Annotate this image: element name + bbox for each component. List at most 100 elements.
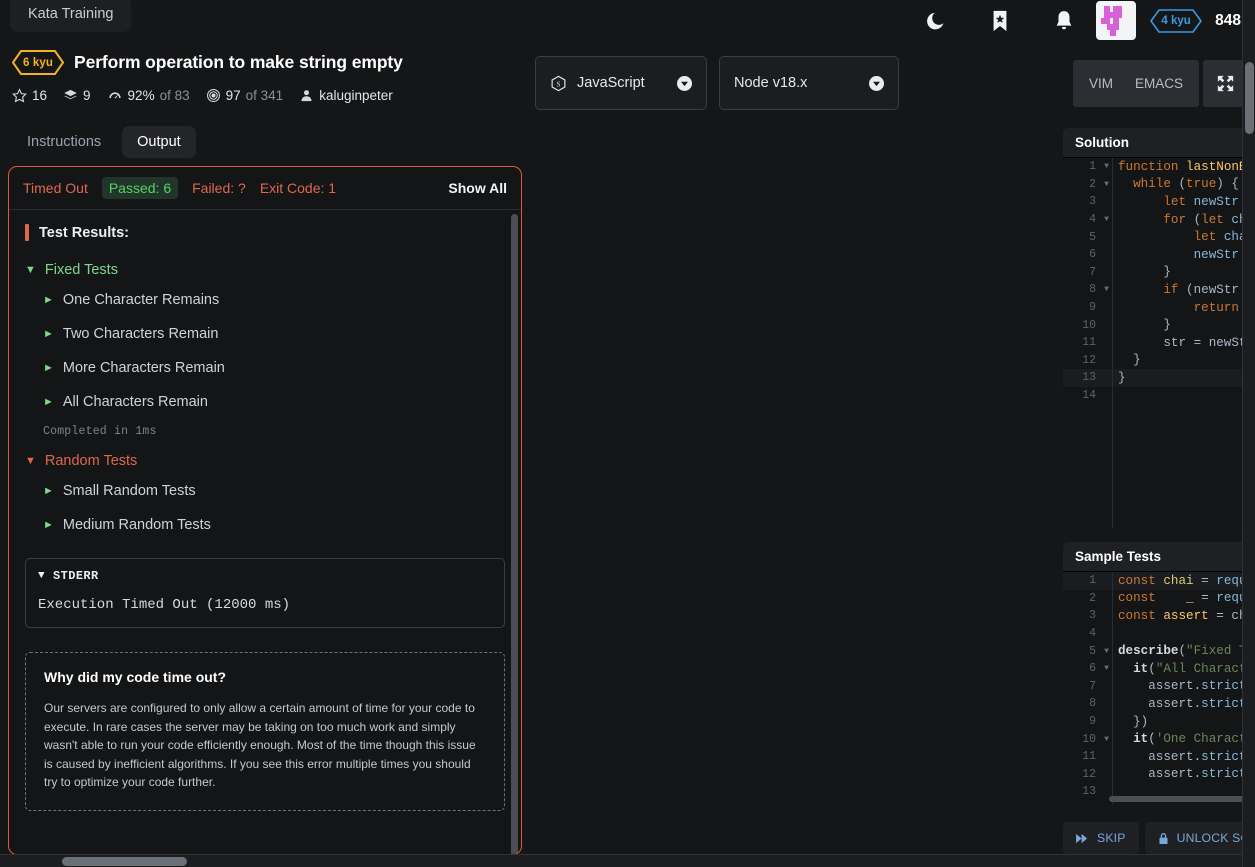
- line-number: 14: [1082, 389, 1096, 403]
- code-line-text: }: [1118, 370, 1126, 385]
- editor-mode-group: VIM EMACS: [1072, 59, 1247, 107]
- output-scrollbar[interactable]: [511, 214, 518, 854]
- left-column: Kata Training 6 kyu Perform operation to…: [0, 0, 530, 867]
- page-horizontal-scrollbar[interactable]: [0, 854, 1242, 867]
- gauge-icon: [108, 92, 121, 99]
- code-line: 9 }): [1063, 713, 1255, 731]
- code-line-text: }: [1118, 265, 1171, 280]
- line-number: 1: [1089, 574, 1096, 588]
- pixel-avatar-icon: [1101, 5, 1132, 36]
- stderr-header[interactable]: ▼ STDERR: [38, 569, 492, 583]
- code-line-text: assert.strictEqual(lastNonEmptyString('a…: [1118, 749, 1255, 764]
- line-number: 13: [1082, 785, 1096, 799]
- sample-tests-horizontal-scrollbar[interactable]: [1109, 796, 1255, 802]
- tab-output[interactable]: Output: [122, 126, 196, 158]
- svg-text:S: S: [557, 80, 561, 88]
- notifications-button[interactable]: [1032, 9, 1096, 33]
- line-number: 13: [1082, 371, 1096, 385]
- scrollbar-thumb[interactable]: [1245, 62, 1254, 134]
- bookmarks-button[interactable]: [968, 9, 1032, 33]
- layers-icon: [64, 89, 77, 100]
- fold-marker[interactable]: ▼: [1101, 735, 1112, 744]
- code-line: 6 newStr = newStr.replace(char, ''); // …: [1063, 246, 1255, 264]
- test-case-label: Two Characters Remain: [62, 326, 219, 342]
- skip-button-label: SKIP: [1097, 831, 1126, 845]
- test-case[interactable]: ► More Characters Remain: [25, 351, 505, 385]
- code-line-text: }: [1118, 318, 1171, 333]
- fold-marker[interactable]: ▼: [1101, 664, 1112, 673]
- unlock-solutions-button[interactable]: UNLOCK SOLUTIONS: [1144, 822, 1255, 854]
- skip-forward-icon: [1076, 833, 1088, 843]
- tab-instructions[interactable]: Instructions: [12, 126, 116, 158]
- code-line-text: assert.strictEqual(lastNonEmptyString('a…: [1118, 679, 1255, 694]
- code-line: 8 ▼ if (newStr.length === 0) {: [1063, 281, 1255, 299]
- timeout-explainer-box: Why did my code time out? Our servers ar…: [25, 652, 505, 811]
- code-line-text: describe("Fixed Tests", () => {: [1118, 644, 1255, 659]
- line-number: 11: [1082, 336, 1096, 350]
- runtime-select[interactable]: Node v18.x: [719, 56, 899, 110]
- bookmark-star-icon: [993, 10, 1007, 31]
- code-line-text: assert.strictEqual(lastNonEmptyString('d…: [1118, 696, 1255, 711]
- user-icon: [301, 90, 312, 102]
- kata-training-tab[interactable]: Kata Training: [10, 0, 132, 32]
- test-group-header-random[interactable]: ▼ Random Tests: [25, 448, 505, 474]
- user-rank-badge[interactable]: 4 kyu: [1150, 8, 1203, 33]
- code-line: 3 const assert = chai.assert: [1063, 607, 1255, 625]
- code-line-text: function lastNonEmptyString(str) {: [1118, 159, 1255, 174]
- scrollbar-thumb[interactable]: [62, 857, 187, 866]
- bell-icon: [1056, 10, 1072, 29]
- emacs-mode-button[interactable]: EMACS: [1135, 76, 1183, 91]
- kata-trainer-page: Kata Training 6 kyu Perform operation to…: [0, 0, 1255, 867]
- language-select[interactable]: S JavaScript: [535, 56, 707, 110]
- line-number: 9: [1089, 715, 1096, 729]
- stat-value: 97: [225, 88, 241, 103]
- vim-mode-button[interactable]: VIM: [1089, 76, 1113, 91]
- test-case-label: Small Random Tests: [62, 483, 196, 499]
- output-status-bar: Timed Out Passed: 6 Failed: ? Exit Code:…: [9, 167, 521, 210]
- status-passed: Passed: 6: [101, 177, 179, 199]
- test-case[interactable]: ► Two Characters Remain: [25, 317, 505, 351]
- fullscreen-toggle-button[interactable]: [1203, 59, 1247, 107]
- test-case[interactable]: ► Small Random Tests: [25, 474, 505, 508]
- test-case[interactable]: ► Medium Random Tests: [25, 508, 505, 542]
- fold-marker[interactable]: ▼: [1101, 647, 1112, 656]
- lock-icon: [1159, 832, 1168, 844]
- test-results-heading: Test Results:: [25, 224, 505, 241]
- fold-marker[interactable]: ▼: [1101, 285, 1112, 294]
- code-line-text: const chai = require('chai'): [1118, 573, 1255, 588]
- stat-author[interactable]: kaluginpeter: [299, 88, 393, 103]
- code-line-text: it("All Characters Remain", () => {: [1133, 661, 1255, 676]
- avatar[interactable]: [1096, 1, 1137, 40]
- sample-tests-panel-title: Sample Tests: [1075, 549, 1162, 564]
- code-line: 5 ▼ describe("Fixed Tests", () => {: [1063, 642, 1255, 660]
- test-group-header-fixed[interactable]: ▼ Fixed Tests: [25, 257, 505, 283]
- chevron-right-icon: ►: [43, 362, 54, 374]
- fold-marker[interactable]: ▼: [1101, 180, 1112, 189]
- show-all-button[interactable]: Show All: [448, 180, 507, 196]
- chevron-down-icon: [869, 75, 884, 91]
- theme-toggle-button[interactable]: [904, 10, 968, 32]
- test-case[interactable]: ► One Character Remains: [25, 283, 505, 317]
- moon-icon: [927, 12, 944, 29]
- code-line: 7 assert.strictEqual(lastNonEmptyString(…: [1063, 678, 1255, 696]
- test-case[interactable]: ► All Characters Remain: [25, 385, 505, 419]
- skip-button[interactable]: SKIP: [1063, 822, 1139, 854]
- line-number: 8: [1089, 283, 1096, 297]
- line-number: 5: [1089, 644, 1096, 658]
- solution-code-editor[interactable]: 1 ▼ function lastNonEmptyString(str) { 2 ▼…: [1063, 158, 1255, 528]
- output-body: Test Results: ▼ Fixed Tests ► One Charac…: [9, 210, 521, 854]
- stderr-message: Execution Timed Out (12000 ms): [38, 597, 291, 613]
- code-line-text: return str; // return the string before …: [1193, 300, 1255, 315]
- test-results-label: Test Results:: [39, 224, 129, 241]
- line-number: 4: [1089, 213, 1096, 227]
- code-line-text: const _ = require('lodash'): [1118, 591, 1255, 606]
- code-line: 4: [1063, 625, 1255, 643]
- line-number: 12: [1082, 767, 1096, 781]
- chevron-right-icon: ►: [43, 294, 54, 306]
- page-vertical-scrollbar[interactable]: [1242, 0, 1255, 867]
- code-line: 12 assert.strictEqual(lastNonEmptyString…: [1063, 766, 1255, 784]
- gutter-divider: [1112, 158, 1113, 528]
- fold-marker[interactable]: ▼: [1101, 215, 1112, 224]
- sample-tests-code-editor[interactable]: 1 const chai = require('chai') 2 const _…: [1063, 572, 1255, 804]
- fold-marker[interactable]: ▼: [1101, 162, 1112, 171]
